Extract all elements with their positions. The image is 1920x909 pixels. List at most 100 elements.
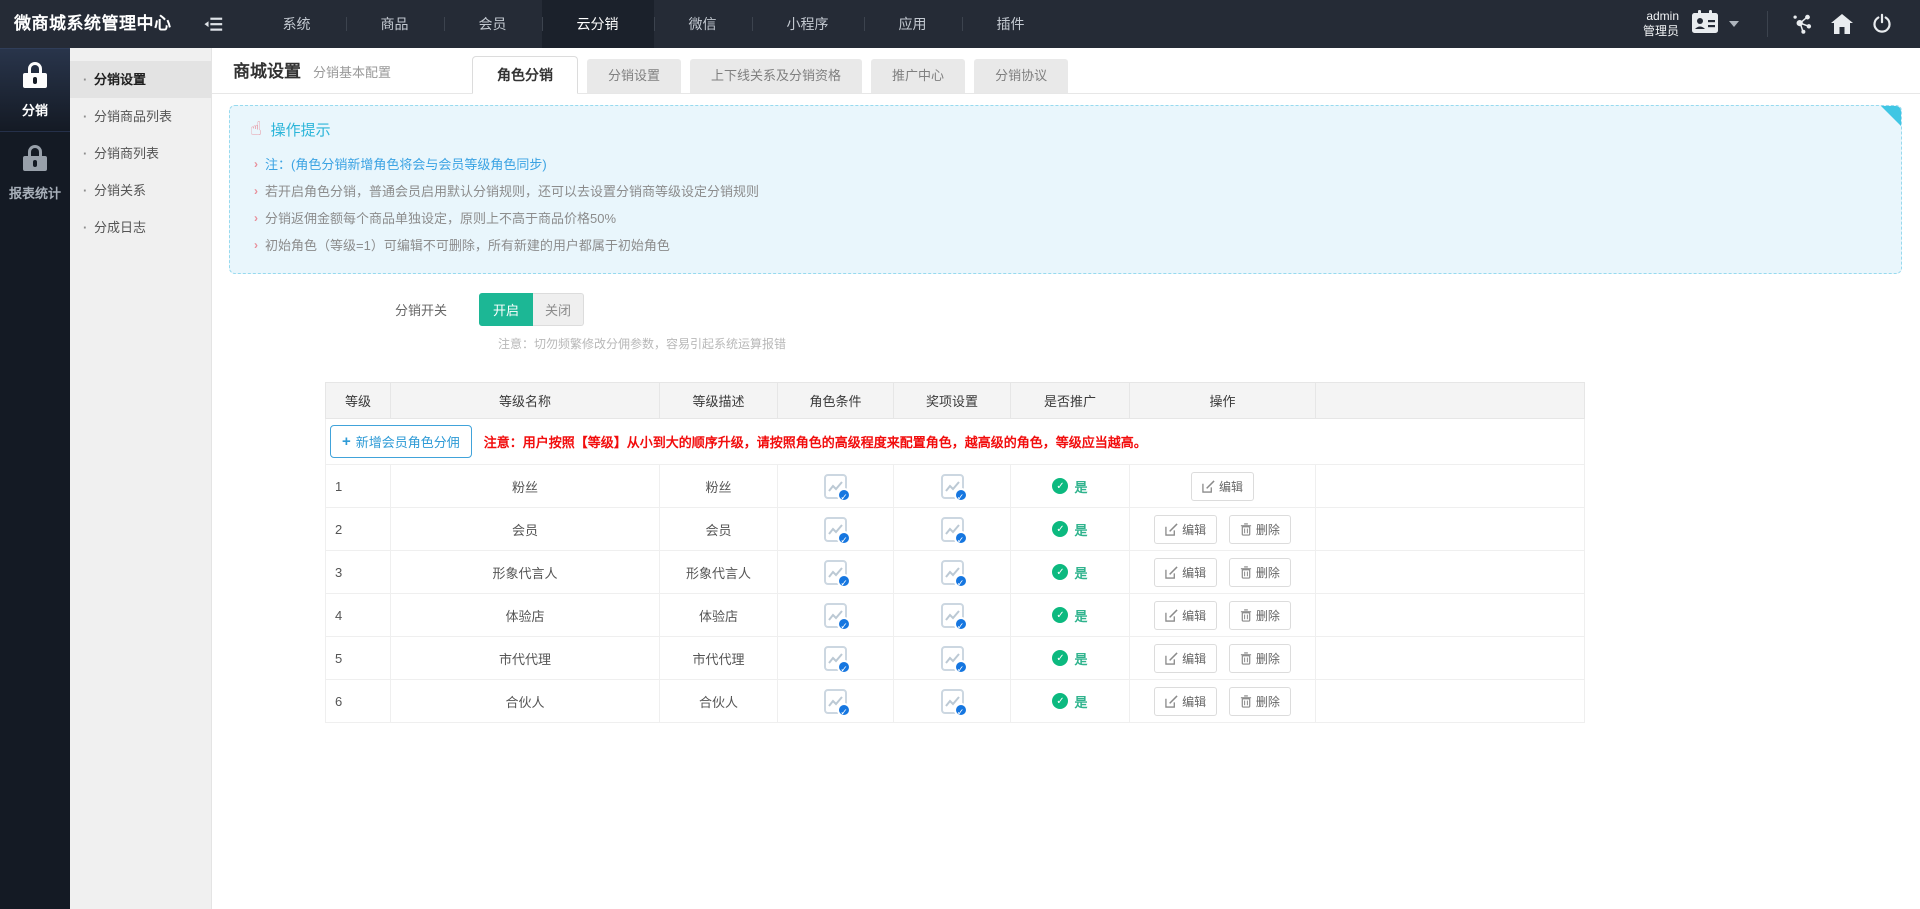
top-nav-item[interactable]: 小程序 (752, 0, 864, 48)
delete-button[interactable]: 删除 (1229, 558, 1291, 587)
role-condition-edit-icon[interactable]: ✓ (824, 646, 847, 671)
actions-cell: 编辑 删除 (1130, 508, 1316, 551)
add-role-button[interactable]: + 新增会员角色分佣 (330, 425, 472, 458)
sidebar-module[interactable]: 报表统计 (0, 132, 70, 214)
bullet-icon: › (254, 157, 258, 171)
current-user[interactable]: admin 管理员 (1643, 9, 1679, 39)
menu-fold-icon[interactable] (190, 0, 238, 48)
award-setting-cell: ✓ (894, 551, 1011, 594)
page-subtitle: 分销基本配置 (313, 62, 391, 81)
top-nav-item[interactable]: 应用 (864, 0, 962, 48)
level-desc-cell: 体验店 (660, 594, 778, 637)
top-nav-item[interactable]: 微信 (654, 0, 752, 48)
award-setting-edit-icon[interactable]: ✓ (941, 517, 964, 542)
home-icon[interactable] (1822, 0, 1862, 48)
top-nav-item[interactable]: 会员 (444, 0, 542, 48)
table-row: 5 市代代理 市代代理 ✓ (326, 637, 1585, 680)
edit-button[interactable]: 编辑 (1154, 558, 1217, 587)
top-nav-item[interactable]: 云分销 (542, 0, 654, 48)
level-desc-cell: 粉丝 (660, 465, 778, 508)
table-header-cell: 奖项设置 (894, 383, 1011, 419)
table-row: 2 会员 会员 ✓ (326, 508, 1585, 551)
edit-button[interactable]: 编辑 (1154, 687, 1217, 716)
row-filler-cell (1316, 680, 1585, 723)
table-header-cell: 操作 (1130, 383, 1316, 419)
award-setting-cell: ✓ (894, 637, 1011, 680)
actions-cell: 编辑 (1130, 465, 1316, 508)
actions-cell: 编辑 删除 (1130, 594, 1316, 637)
sidebar-menu-item[interactable]: 分销设置 (70, 61, 211, 98)
top-nav-item[interactable]: 商品 (346, 0, 444, 48)
promote-cell: ✓ 是 (1011, 551, 1130, 594)
role-condition-cell: ✓ (778, 637, 894, 680)
sidebar-menu-item[interactable]: 分销关系 (70, 172, 211, 209)
award-setting-cell: ✓ (894, 594, 1011, 637)
page-title: 商城设置 (233, 57, 301, 82)
power-icon[interactable] (1862, 0, 1902, 48)
role-condition-cell: ✓ (778, 594, 894, 637)
sidebar-menu-item[interactable]: 分成日志 (70, 209, 211, 246)
level-cell: 6 (326, 680, 391, 723)
tab[interactable]: 分销设置 (587, 59, 681, 93)
chevron-down-icon[interactable] (1729, 21, 1739, 27)
tip-line: › 初始角色（等级=1）可编辑不可删除，所有新建的用户都属于初始角色 (250, 231, 1881, 258)
sidebar-menu-item[interactable]: 分销商品列表 (70, 98, 211, 135)
row-filler-cell (1316, 637, 1585, 680)
id-card-icon[interactable] (1689, 9, 1719, 40)
app-title: 微商城系统管理中心 (0, 0, 190, 48)
delete-button[interactable]: 删除 (1229, 644, 1291, 673)
tip-text: 注：(角色分销新增角色将会与会员等级角色同步) (265, 154, 547, 173)
promote-cell: ✓ 是 (1011, 508, 1130, 551)
edit-button[interactable]: 编辑 (1154, 601, 1217, 630)
share-network-icon[interactable] (1782, 0, 1822, 48)
check-badge-icon: ✓ (837, 531, 851, 545)
bullet-icon: › (254, 211, 258, 225)
promote-text: 是 (1074, 649, 1087, 668)
check-circle-icon: ✓ (1052, 478, 1068, 494)
award-setting-edit-icon[interactable]: ✓ (941, 560, 964, 585)
operation-tips-box: ☝ 操作提示 › 注：(角色分销新增角色将会与会员等级角色同步) › 若开启角色… (229, 105, 1902, 274)
topbar-divider (1767, 11, 1768, 37)
role-condition-edit-icon[interactable]: ✓ (824, 517, 847, 542)
secondary-sidebar: 分销设置 分销商品列表 分销商列表 分销关系 分成日志 (70, 48, 212, 909)
role-condition-edit-icon[interactable]: ✓ (824, 560, 847, 585)
content-area: ☝ 操作提示 › 注：(角色分销新增角色将会与会员等级角色同步) › 若开启角色… (212, 94, 1920, 723)
role-table: 等级 等级名称 等级描述 角色条件 奖项设置 是否推广 操作 (325, 382, 1585, 723)
level-desc-cell: 形象代言人 (660, 551, 778, 594)
edit-button[interactable]: 编辑 (1154, 515, 1217, 544)
switch-on-button[interactable]: 开启 (479, 293, 533, 326)
edit-button[interactable]: 编辑 (1154, 644, 1217, 673)
award-setting-edit-icon[interactable]: ✓ (941, 474, 964, 499)
role-condition-cell: ✓ (778, 465, 894, 508)
edit-button[interactable]: 编辑 (1191, 472, 1254, 501)
promote-text: 是 (1074, 692, 1087, 711)
delete-button[interactable]: 删除 (1229, 515, 1291, 544)
tab[interactable]: 上下线关系及分销资格 (690, 59, 862, 93)
user-role: 管理员 (1643, 24, 1679, 39)
row-filler-cell (1316, 508, 1585, 551)
sidebar-module[interactable]: 分销 (0, 48, 70, 132)
check-badge-icon: ✓ (954, 531, 968, 545)
delete-button[interactable]: 删除 (1229, 687, 1291, 716)
role-condition-edit-icon[interactable]: ✓ (824, 603, 847, 628)
switch-off-button[interactable]: 关闭 (533, 293, 584, 326)
tip-text: 若开启角色分销，普通会员启用默认分销规则，还可以去设置分销商等级设定分销规则 (265, 181, 759, 200)
tab[interactable]: 角色分销 (472, 56, 578, 94)
award-setting-edit-icon[interactable]: ✓ (941, 603, 964, 628)
award-setting-edit-icon[interactable]: ✓ (941, 646, 964, 671)
sidebar-menu-item[interactable]: 分销商列表 (70, 135, 211, 172)
top-nav-item[interactable]: 系统 (248, 0, 346, 48)
delete-button[interactable]: 删除 (1229, 601, 1291, 630)
role-condition-edit-icon[interactable]: ✓ (824, 474, 847, 499)
check-badge-icon: ✓ (954, 703, 968, 717)
table-header-cell: 等级描述 (660, 383, 778, 419)
role-condition-edit-icon[interactable]: ✓ (824, 689, 847, 714)
award-setting-edit-icon[interactable]: ✓ (941, 689, 964, 714)
top-nav-item[interactable]: 插件 (962, 0, 1060, 48)
topbar: 微商城系统管理中心 系统 商品 会员 云分销 微信 小程序 (0, 0, 1920, 48)
level-name-cell: 会员 (391, 508, 660, 551)
level-cell: 2 (326, 508, 391, 551)
tip-text: 分销返佣金额每个商品单独设定，原则上不高于商品价格50% (265, 208, 616, 227)
tab[interactable]: 推广中心 (871, 59, 965, 93)
tab[interactable]: 分销协议 (974, 59, 1068, 93)
